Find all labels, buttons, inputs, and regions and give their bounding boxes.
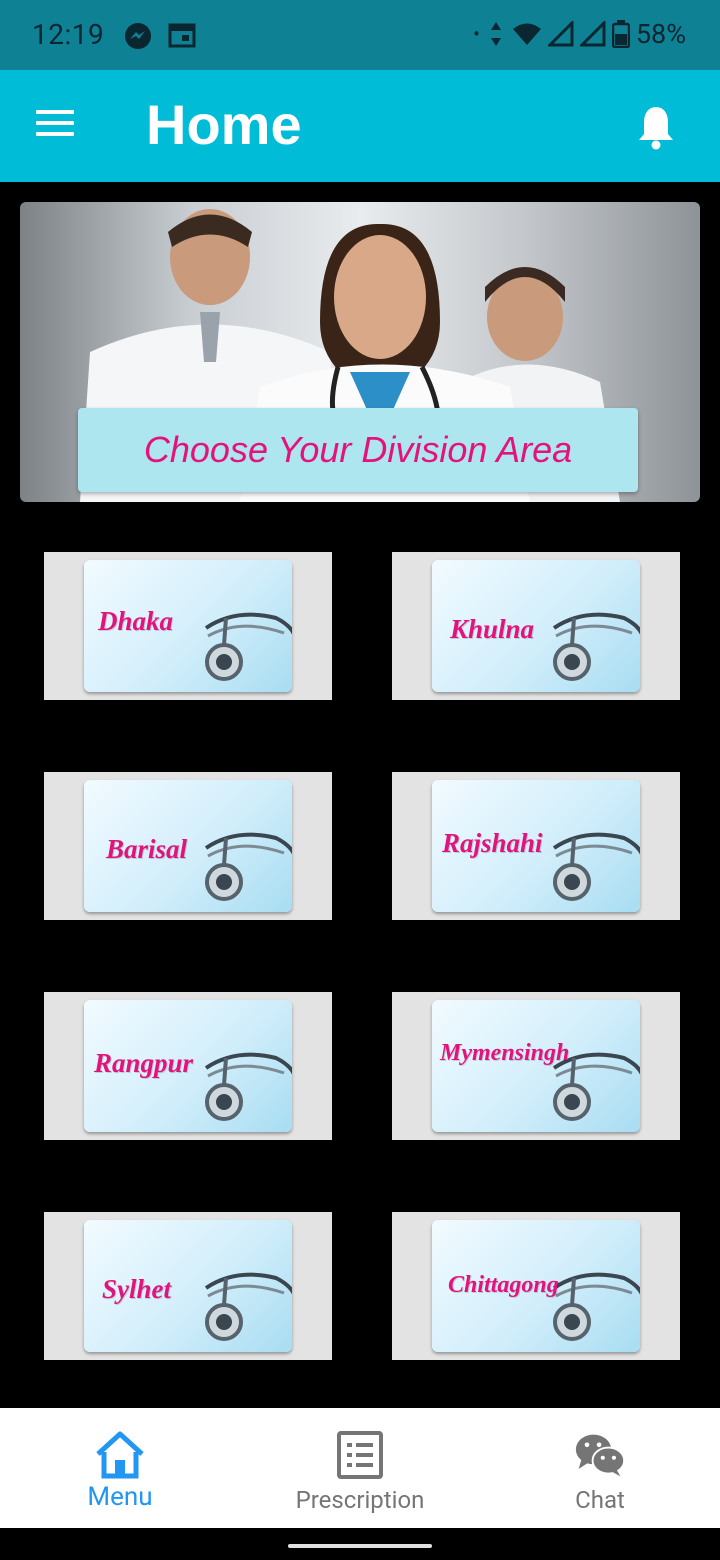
stethoscope-icon — [204, 832, 292, 901]
bottom-navigation: Menu Prescription Chat — [0, 1408, 720, 1528]
status-indicators: • 58% — [473, 18, 686, 50]
data-transfer-icon — [490, 22, 501, 46]
home-gesture-handle[interactable] — [288, 1544, 432, 1548]
division-card-image: Sylhet — [84, 1220, 292, 1352]
page-title: Home — [146, 93, 302, 156]
division-label-mymensingh: Mymensingh — [440, 1040, 570, 1066]
stethoscope-icon — [204, 1052, 292, 1121]
stethoscope-icon — [552, 832, 640, 901]
wechat-icon — [575, 1434, 626, 1477]
division-label-chittagong: Chittagong — [448, 1272, 559, 1298]
division-card-image: Rangpur — [84, 1000, 292, 1132]
division-card-khulna[interactable]: Khulna — [392, 552, 680, 700]
division-card-sylhet[interactable]: Sylhet — [44, 1212, 332, 1360]
doctors-banner: Choose Your Division Area — [20, 202, 700, 502]
calendar-icon — [168, 23, 196, 48]
division-card-image: Barisal — [84, 780, 292, 912]
division-card-image: Dhaka — [84, 560, 292, 692]
nav-tab-prescription[interactable]: Prescription — [240, 1408, 480, 1528]
division-card-image: Khulna — [432, 560, 640, 692]
stethoscope-icon — [552, 612, 640, 681]
nav-label-menu: Menu — [87, 1482, 153, 1512]
wifi-icon — [512, 23, 541, 45]
nav-label-chat: Chat — [575, 1486, 625, 1514]
nav-tab-chat[interactable]: Chat — [480, 1408, 720, 1528]
messenger-icon — [125, 23, 151, 49]
division-label-khulna: Khulna — [450, 614, 535, 644]
signal-icon-2 — [579, 21, 606, 47]
division-label-barisal: Barisal — [106, 834, 188, 864]
nav-label-prescription: Prescription — [295, 1486, 425, 1514]
division-card-dhaka[interactable]: Dhaka — [44, 552, 332, 700]
division-card-chittagong[interactable]: Chittagong — [392, 1212, 680, 1360]
status-bar: 12:19 • 58% — [0, 0, 720, 70]
division-card-image: Rajshahi — [432, 780, 640, 912]
battery-percent: 58% — [635, 18, 686, 50]
hamburger-menu-icon[interactable] — [36, 110, 76, 142]
dot-icon: • — [473, 22, 480, 46]
division-label-rangpur: Rangpur — [94, 1048, 194, 1078]
division-card-mymensingh[interactable]: Mymensingh — [392, 992, 680, 1140]
list-icon — [337, 1431, 383, 1479]
signal-icon — [547, 21, 574, 47]
app-bar: Home — [0, 70, 720, 182]
division-card-barisal[interactable]: Barisal — [44, 772, 332, 920]
division-label-dhaka: Dhaka — [98, 606, 174, 636]
battery-icon — [611, 20, 630, 48]
gesture-bar — [0, 1528, 720, 1560]
status-time: 12:19 — [32, 18, 105, 51]
choose-division-button[interactable]: Choose Your Division Area — [78, 408, 638, 492]
stethoscope-icon — [204, 612, 292, 681]
division-card-rajshahi[interactable]: Rajshahi — [392, 772, 680, 920]
division-card-image: Chittagong — [432, 1220, 640, 1352]
division-label-sylhet: Sylhet — [102, 1274, 172, 1304]
division-label-rajshahi: Rajshahi — [442, 828, 543, 858]
division-card-rangpur[interactable]: Rangpur — [44, 992, 332, 1140]
division-card-image: Mymensingh — [432, 1000, 640, 1132]
stethoscope-icon — [204, 1272, 292, 1341]
home-icon — [96, 1431, 144, 1479]
choose-division-label: Choose Your Division Area — [143, 429, 573, 470]
notification-bell-icon[interactable] — [636, 104, 676, 150]
nav-tab-menu[interactable]: Menu — [0, 1408, 240, 1528]
